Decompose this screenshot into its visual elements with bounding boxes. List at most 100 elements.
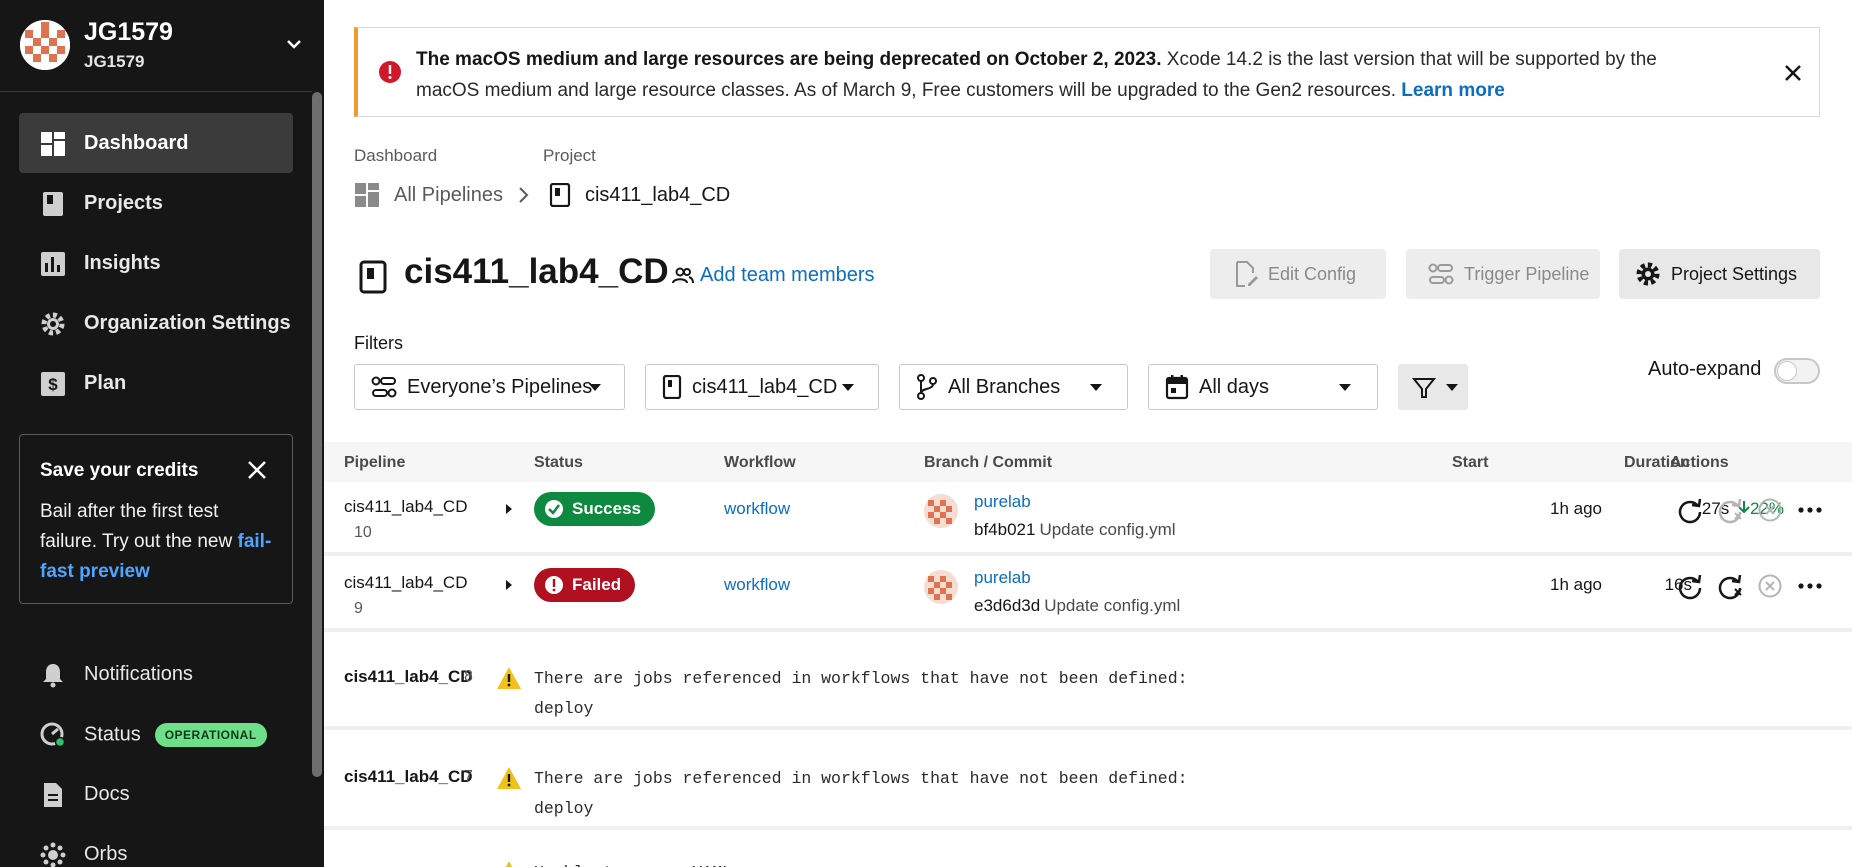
trigger-pipeline-label: Trigger Pipeline xyxy=(1464,263,1590,284)
sidebar-item-projects[interactable]: Projects xyxy=(19,173,293,233)
start-time: 1h ago xyxy=(1550,575,1602,594)
rerun-icon[interactable] xyxy=(1676,572,1704,600)
commit-author-link[interactable]: purelab xyxy=(974,492,1031,512)
table-row[interactable]: cis411_lab4_CD 10 Success workflow purel… xyxy=(324,482,1852,556)
chevron-down-icon[interactable] xyxy=(284,34,304,54)
cancel-icon[interactable] xyxy=(1756,572,1784,600)
breadcrumb: All Pipelines cis411_lab4_CD xyxy=(354,182,730,208)
status-badge[interactable]: Success xyxy=(534,492,655,526)
error-line-2: deploy xyxy=(534,699,594,718)
sidebar-item-dashboard[interactable]: Dashboard xyxy=(19,113,293,173)
sidebar-item-orbs[interactable]: Orbs xyxy=(19,824,293,867)
commit-sha[interactable]: e3d6d3d xyxy=(974,596,1040,615)
chevron-right-icon xyxy=(519,187,529,203)
org-switcher[interactable]: JG1579 JG1579 xyxy=(0,0,312,92)
branches-filter-value: All Branches xyxy=(948,375,1061,398)
sidebar-item-notifications[interactable]: Notifications xyxy=(19,644,293,704)
sidebar-item-status[interactable]: Status OPERATIONAL xyxy=(19,704,293,764)
commit-sha[interactable]: bf4b021 xyxy=(974,520,1035,539)
expand-arrow-icon[interactable] xyxy=(506,580,512,590)
bell-icon xyxy=(43,664,63,688)
dashboard-icon xyxy=(355,183,379,207)
close-icon[interactable] xyxy=(1782,62,1804,84)
org-name: JG1579 xyxy=(84,18,173,46)
table-row[interactable]: Unable to parse YAML xyxy=(324,834,1852,867)
learn-more-link[interactable]: Learn more xyxy=(1401,80,1504,101)
workflow-link[interactable]: workflow xyxy=(724,575,790,595)
warning-icon xyxy=(497,667,521,689)
sidebar-item-label: Docs xyxy=(84,783,130,805)
projects-icon xyxy=(43,192,63,216)
branches-filter-dropdown[interactable]: All Branches xyxy=(899,364,1128,410)
workflow-link[interactable]: workflow xyxy=(724,499,790,519)
pipelines-table-header: Pipeline Status Workflow Branch / Commit… xyxy=(324,442,1852,482)
rerun-failed-icon[interactable] xyxy=(1716,496,1744,524)
add-team-members-link[interactable]: Add team members xyxy=(672,264,875,287)
error-message: There are jobs referenced in workflows t… xyxy=(534,764,1188,824)
breadcrumb-project[interactable]: cis411_lab4_CD xyxy=(585,184,730,207)
sidebar-item-organization-settings[interactable]: Organization Settings xyxy=(19,293,293,353)
table-row[interactable]: cis411_lab4_CD 7 There are jobs referenc… xyxy=(324,734,1852,830)
breadcrumb-project-label: Project xyxy=(543,146,596,165)
status-label: Success xyxy=(572,499,641,518)
pipelines-filter-dropdown[interactable]: Everyone’s Pipelines xyxy=(354,364,625,410)
project-filter-dropdown[interactable]: cis411_lab4_CD xyxy=(645,364,879,410)
more-filters-button[interactable] xyxy=(1398,364,1468,410)
sidebar-item-docs[interactable]: Docs xyxy=(19,764,293,824)
days-filter-dropdown[interactable]: All days xyxy=(1148,364,1378,410)
caret-down-icon xyxy=(1090,384,1102,391)
table-row[interactable]: cis411_lab4_CD 9 Failed workflow purelab… xyxy=(324,558,1852,632)
col-pipeline: Pipeline xyxy=(344,454,406,471)
alert-circle-icon xyxy=(545,576,563,594)
expand-arrow-icon[interactable] xyxy=(506,504,512,514)
sidebar-item-label: Projects xyxy=(84,192,163,214)
pipeline-name[interactable]: cis411_lab4_CD xyxy=(344,662,473,692)
start-time: 1h ago xyxy=(1550,499,1602,518)
status-badge[interactable]: Failed xyxy=(534,568,636,602)
project-icon xyxy=(662,375,682,399)
more-options-icon[interactable] xyxy=(1796,572,1824,600)
git-branch-icon xyxy=(917,374,937,400)
sidebar-item-label: Dashboard xyxy=(84,132,189,154)
commit-author-link[interactable]: purelab xyxy=(974,568,1031,588)
sidebar-item-insights[interactable]: Insights xyxy=(19,233,293,293)
credits-text: Bail after the first test failure. Try o… xyxy=(40,501,233,552)
filter-funnel-icon xyxy=(1412,378,1436,398)
org-avatar xyxy=(20,20,70,70)
pipeline-icon xyxy=(371,376,397,398)
pipeline-number: 9 xyxy=(354,600,363,617)
breadcrumb-all-pipelines[interactable]: All Pipelines xyxy=(394,184,503,207)
rerun-failed-icon[interactable] xyxy=(1716,572,1744,600)
trigger-pipeline-button[interactable]: Trigger Pipeline xyxy=(1406,249,1600,299)
sidebar-item-plan[interactable]: $ Plan xyxy=(19,353,293,413)
sidebar: JG1579 JG1579 Dashboard Projects Insight… xyxy=(0,0,324,867)
orbs-icon xyxy=(40,842,66,867)
close-icon[interactable] xyxy=(246,459,268,481)
sidebar-item-label: Plan xyxy=(84,372,127,394)
pipeline-number: 10 xyxy=(354,524,372,541)
check-circle-icon xyxy=(545,500,563,518)
error-line-1: There are jobs referenced in workflows t… xyxy=(534,669,1188,688)
pipeline-name[interactable]: cis411_lab4_CD xyxy=(344,497,467,517)
more-options-icon[interactable] xyxy=(1796,496,1824,524)
plan-dollar-icon: $ xyxy=(41,372,65,396)
table-row[interactable]: cis411_lab4_CD 8 There are jobs referenc… xyxy=(324,634,1852,730)
cancel-icon[interactable] xyxy=(1756,496,1784,524)
edit-config-button[interactable]: Edit Config xyxy=(1210,249,1386,299)
project-settings-button[interactable]: Project Settings xyxy=(1619,249,1820,299)
deprecation-banner: The macOS medium and large resources are… xyxy=(354,27,1820,117)
gear-icon xyxy=(41,312,65,336)
sidebar-scrollbar[interactable] xyxy=(312,92,322,777)
caret-down-icon xyxy=(1339,384,1351,391)
pipeline-name[interactable]: cis411_lab4_CD xyxy=(344,762,473,792)
auto-expand-label: Auto-expand xyxy=(1648,358,1762,380)
sidebar-item-label: Organization Settings xyxy=(84,312,291,334)
banner-text: The macOS medium and large resources are… xyxy=(416,44,1716,106)
auto-expand-toggle[interactable] xyxy=(1774,358,1820,384)
project-filter-value: cis411_lab4_CD xyxy=(692,375,838,398)
rerun-icon[interactable] xyxy=(1676,496,1704,524)
pipeline-icon xyxy=(1428,263,1454,285)
pipeline-name[interactable]: cis411_lab4_CD xyxy=(344,573,467,593)
col-workflow: Workflow xyxy=(724,454,796,471)
pipelines-filter-value: Everyone’s Pipelines xyxy=(407,375,593,398)
